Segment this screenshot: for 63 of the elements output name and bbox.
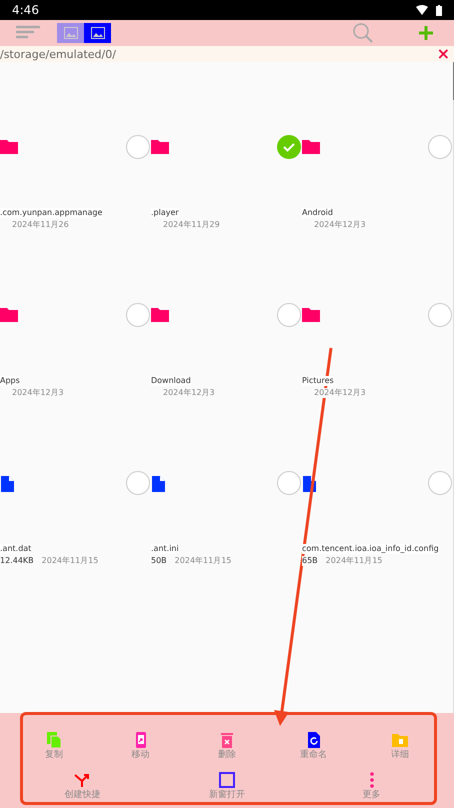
file-date: 2024年11月26 (12, 220, 69, 230)
view-toggle[interactable] (57, 23, 84, 43)
file-size: 65B (302, 556, 318, 566)
folder-icon (151, 308, 169, 322)
file-date: 2024年11月29 (163, 220, 220, 230)
file-icon (151, 476, 165, 492)
more-icon (368, 771, 375, 789)
folder-icon (302, 308, 320, 322)
path-text: /storage/emulated/0/ (0, 48, 116, 60)
file-name: Download (151, 376, 191, 386)
select-checkbox[interactable] (126, 471, 150, 495)
copy-icon (45, 731, 63, 749)
file-date: 2024年12月3 (314, 388, 366, 398)
add-icon[interactable] (418, 25, 434, 41)
folder-icon (0, 140, 18, 154)
trash-icon (218, 731, 236, 749)
file-date: 2024年11月15 (42, 556, 98, 566)
action-button[interactable]: 创建快捷 (56, 771, 108, 801)
select-checkbox[interactable] (277, 135, 301, 159)
square-icon (218, 771, 236, 789)
close-button[interactable]: × (436, 46, 454, 62)
select-checkbox[interactable] (126, 303, 150, 327)
file-name: Android (302, 208, 333, 218)
file-name: .ant.ini (151, 544, 179, 554)
file-name: .com.yunpan.appmanage (0, 208, 102, 218)
file-size: 50B (151, 556, 167, 566)
file-date: 2024年11月15 (326, 556, 382, 566)
file-name: .ant.dat (0, 544, 32, 554)
clock: 4:46 (12, 2, 39, 19)
file-date: 2024年12月3 (163, 388, 215, 398)
image-icon (64, 27, 78, 39)
file-name: Pictures (302, 376, 334, 386)
folder-icon (391, 731, 409, 749)
action-button[interactable]: 更多 (346, 771, 398, 801)
image-icon (90, 27, 104, 39)
folder-icon (151, 140, 169, 154)
file-date: 2024年11月15 (174, 556, 232, 566)
select-checkbox[interactable] (126, 135, 150, 159)
file-name: com.tencent.ioa.ioa_info_id.config (302, 544, 439, 554)
search-icon[interactable] (352, 22, 374, 44)
action-button[interactable]: 重命名 (288, 731, 340, 771)
folder-icon (0, 308, 18, 322)
action-button[interactable]: 删除 (201, 731, 253, 771)
fork-arrow-icon (73, 771, 92, 789)
action-button[interactable]: 复制 (28, 731, 80, 771)
file-name: .player (151, 208, 179, 218)
select-checkbox[interactable] (428, 303, 452, 327)
action-button[interactable]: 移动 (114, 731, 166, 771)
action-button[interactable]: 新窗打开 (200, 771, 253, 801)
folder-icon (302, 140, 320, 154)
file-size: 12.44KB (0, 556, 34, 566)
select-checkbox[interactable] (428, 471, 452, 495)
file-date: 2024年12月3 (314, 220, 366, 230)
select-checkbox[interactable] (277, 471, 301, 495)
wifi-icon (416, 5, 428, 15)
file-date: 2024年12月3 (12, 388, 64, 398)
view-toggle[interactable] (84, 23, 111, 43)
action-button[interactable]: 详细 (374, 731, 426, 771)
select-checkbox[interactable] (428, 135, 452, 159)
battery-icon (436, 4, 442, 16)
sort-icon[interactable] (16, 25, 41, 41)
select-checkbox[interactable] (277, 303, 301, 327)
file-name: Apps (0, 376, 20, 386)
